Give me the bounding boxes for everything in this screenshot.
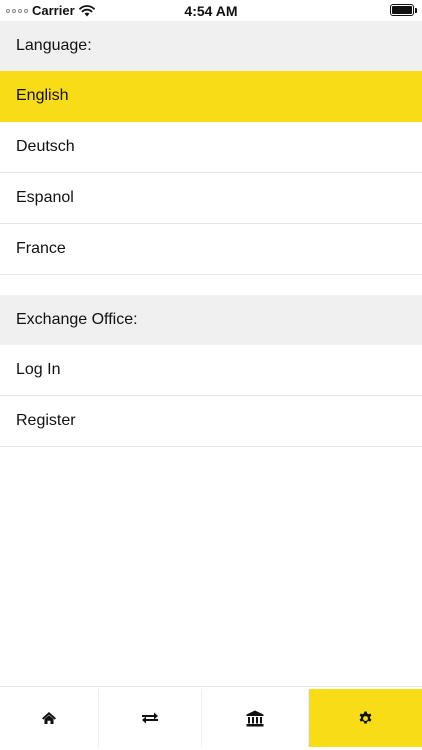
tab-bank[interactable] [202, 689, 309, 747]
language-option-english[interactable]: English [0, 71, 422, 122]
language-section-header: Language: [0, 21, 422, 71]
exchange-arrows-icon [142, 712, 158, 724]
tab-exchange[interactable] [99, 689, 202, 747]
language-option-deutsch[interactable]: Deutsch [0, 122, 422, 173]
battery-tip [415, 8, 417, 13]
gear-icon [359, 710, 372, 724]
status-time: 4:54 AM [184, 3, 238, 19]
login-row[interactable]: Log In [0, 345, 422, 396]
bank-icon [246, 710, 264, 726]
status-bar: Carrier 4:54 AM [0, 0, 422, 21]
register-row[interactable]: Register [0, 396, 422, 447]
language-option-espanol[interactable]: Espanol [0, 173, 422, 224]
battery-icon [390, 4, 414, 16]
home-icon [42, 712, 56, 724]
tab-bar [0, 686, 422, 750]
exchange-section-header: Exchange Office: [0, 295, 422, 345]
language-option-france[interactable]: France [0, 224, 422, 275]
tab-home[interactable] [0, 689, 99, 747]
tab-settings[interactable] [309, 689, 422, 747]
